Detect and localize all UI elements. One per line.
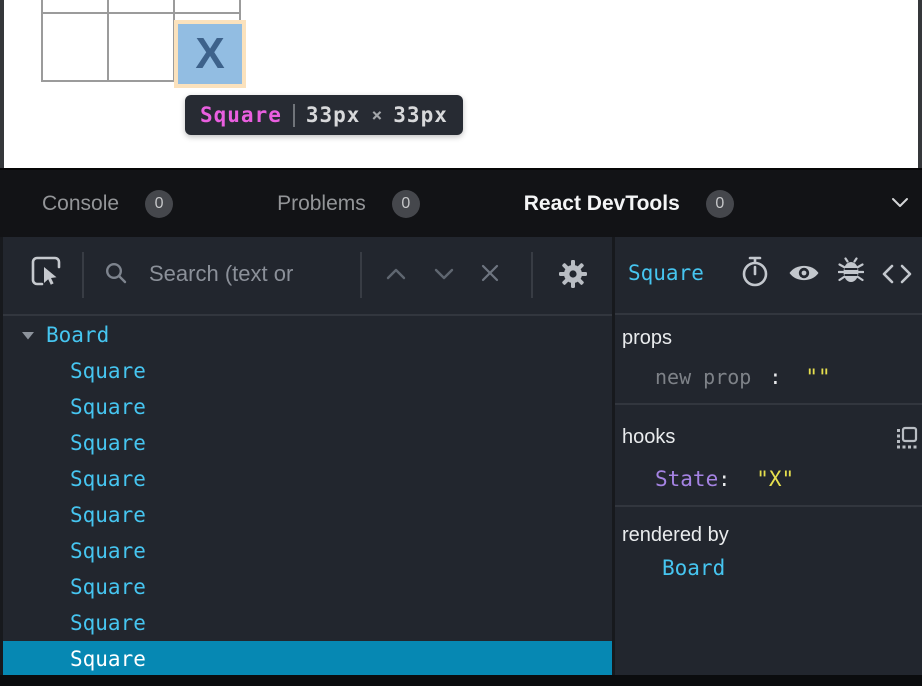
colon: : [718,467,730,491]
chevron-up-icon[interactable] [386,268,406,280]
tree-row[interactable]: Square [3,425,612,461]
component-tree: Board Square Square Square Square [3,317,612,675]
props-section-header: props [622,327,672,350]
tree-row[interactable]: Square [3,569,612,605]
panel-splitter[interactable] [612,237,615,675]
props-new-prop-row[interactable]: new prop : "" [655,365,831,389]
component-name: Square [70,575,146,599]
square-x-mark: X [195,32,224,76]
inspect-tooltip: Square 33px × 33px [185,95,463,135]
tooltip-width: 33px [306,103,361,127]
component-name: Square [70,431,146,455]
stopwatch-icon[interactable] [740,256,770,288]
new-prop-input[interactable]: new prop [655,365,751,389]
board-square-button[interactable]: X [178,24,242,84]
rendered-by-section-header: rendered by [622,524,729,547]
board-grid-line [41,12,241,14]
inspected-component-title: Square [628,261,704,285]
component-name: Square [70,611,146,635]
component-name: Square [70,395,146,419]
hook-value[interactable]: "X" [756,467,794,491]
component-name: Square [70,647,146,671]
toolbar-separator [531,252,533,298]
devtools-tab[interactable]: Console 0 [42,190,173,218]
devtools-tab[interactable]: Problems 0 [277,190,420,218]
rendered-by-board-link[interactable]: Board [662,556,725,580]
window-right-edge [918,0,922,170]
screen: X Square 33px × 33px Console 0 Problems … [0,0,922,686]
hook-name: State [655,467,718,491]
browser-page-area: X Square 33px × 33px [0,0,922,170]
tooltip-separator [293,104,295,127]
section-divider [615,403,922,405]
tooltip-times: × [371,105,382,126]
component-name: Square [70,467,146,491]
code-brackets-icon[interactable] [881,263,913,285]
hooks-state-row[interactable]: State : "X" [655,467,794,491]
window-left-edge [0,0,4,170]
search-input[interactable] [149,254,357,294]
devtools-tab[interactable]: React DevTools 0 [524,190,734,218]
window-bottom-edge [0,675,922,686]
chevron-down-icon[interactable] [891,197,909,208]
chevron-down-icon[interactable] [434,268,454,280]
component-name: Square [70,359,146,383]
toolbar-separator [82,252,84,298]
colon: : [769,365,781,389]
section-divider [615,505,922,507]
tree-row[interactable]: Square [3,389,612,425]
tree-row[interactable]: Board [3,317,612,353]
devtools-tabbar: Console 0 Problems 0 React DevTools 0 [0,168,922,237]
component-name: Square [70,503,146,527]
tab-count-badge: 0 [392,190,420,218]
tab-count-badge: 0 [145,190,173,218]
component-name: Board [46,323,109,347]
eye-icon[interactable] [788,262,820,284]
tree-row[interactable]: Square [3,353,612,389]
tab-count-badge: 0 [706,190,734,218]
tab-label: Problems [277,192,366,216]
hooks-section-header: hooks [622,426,675,449]
component-name: Square [70,539,146,563]
tree-row[interactable]: Square [3,461,612,497]
tooltip-component-name: Square [200,103,282,127]
tab-label: Console [42,192,119,216]
bug-icon[interactable] [838,257,864,285]
toolbar-separator [360,252,362,298]
tree-row[interactable]: Square [3,533,612,569]
expander-triangle-icon[interactable] [22,332,34,340]
tooltip-height: 33px [393,103,448,127]
new-prop-value-input[interactable]: "" [805,365,830,389]
tab-label: React DevTools [524,192,680,216]
search-icon [104,261,128,285]
clear-x-icon[interactable] [481,264,499,282]
tree-row[interactable]: Square [3,497,612,533]
gear-icon[interactable] [558,259,588,289]
header-divider [615,313,922,315]
tree-row[interactable]: Square [3,605,612,641]
toolbar-divider [3,314,612,316]
inspect-element-icon[interactable] [29,254,63,290]
parse-hooks-icon[interactable] [895,426,919,450]
tree-row[interactable]: Square [3,641,612,675]
